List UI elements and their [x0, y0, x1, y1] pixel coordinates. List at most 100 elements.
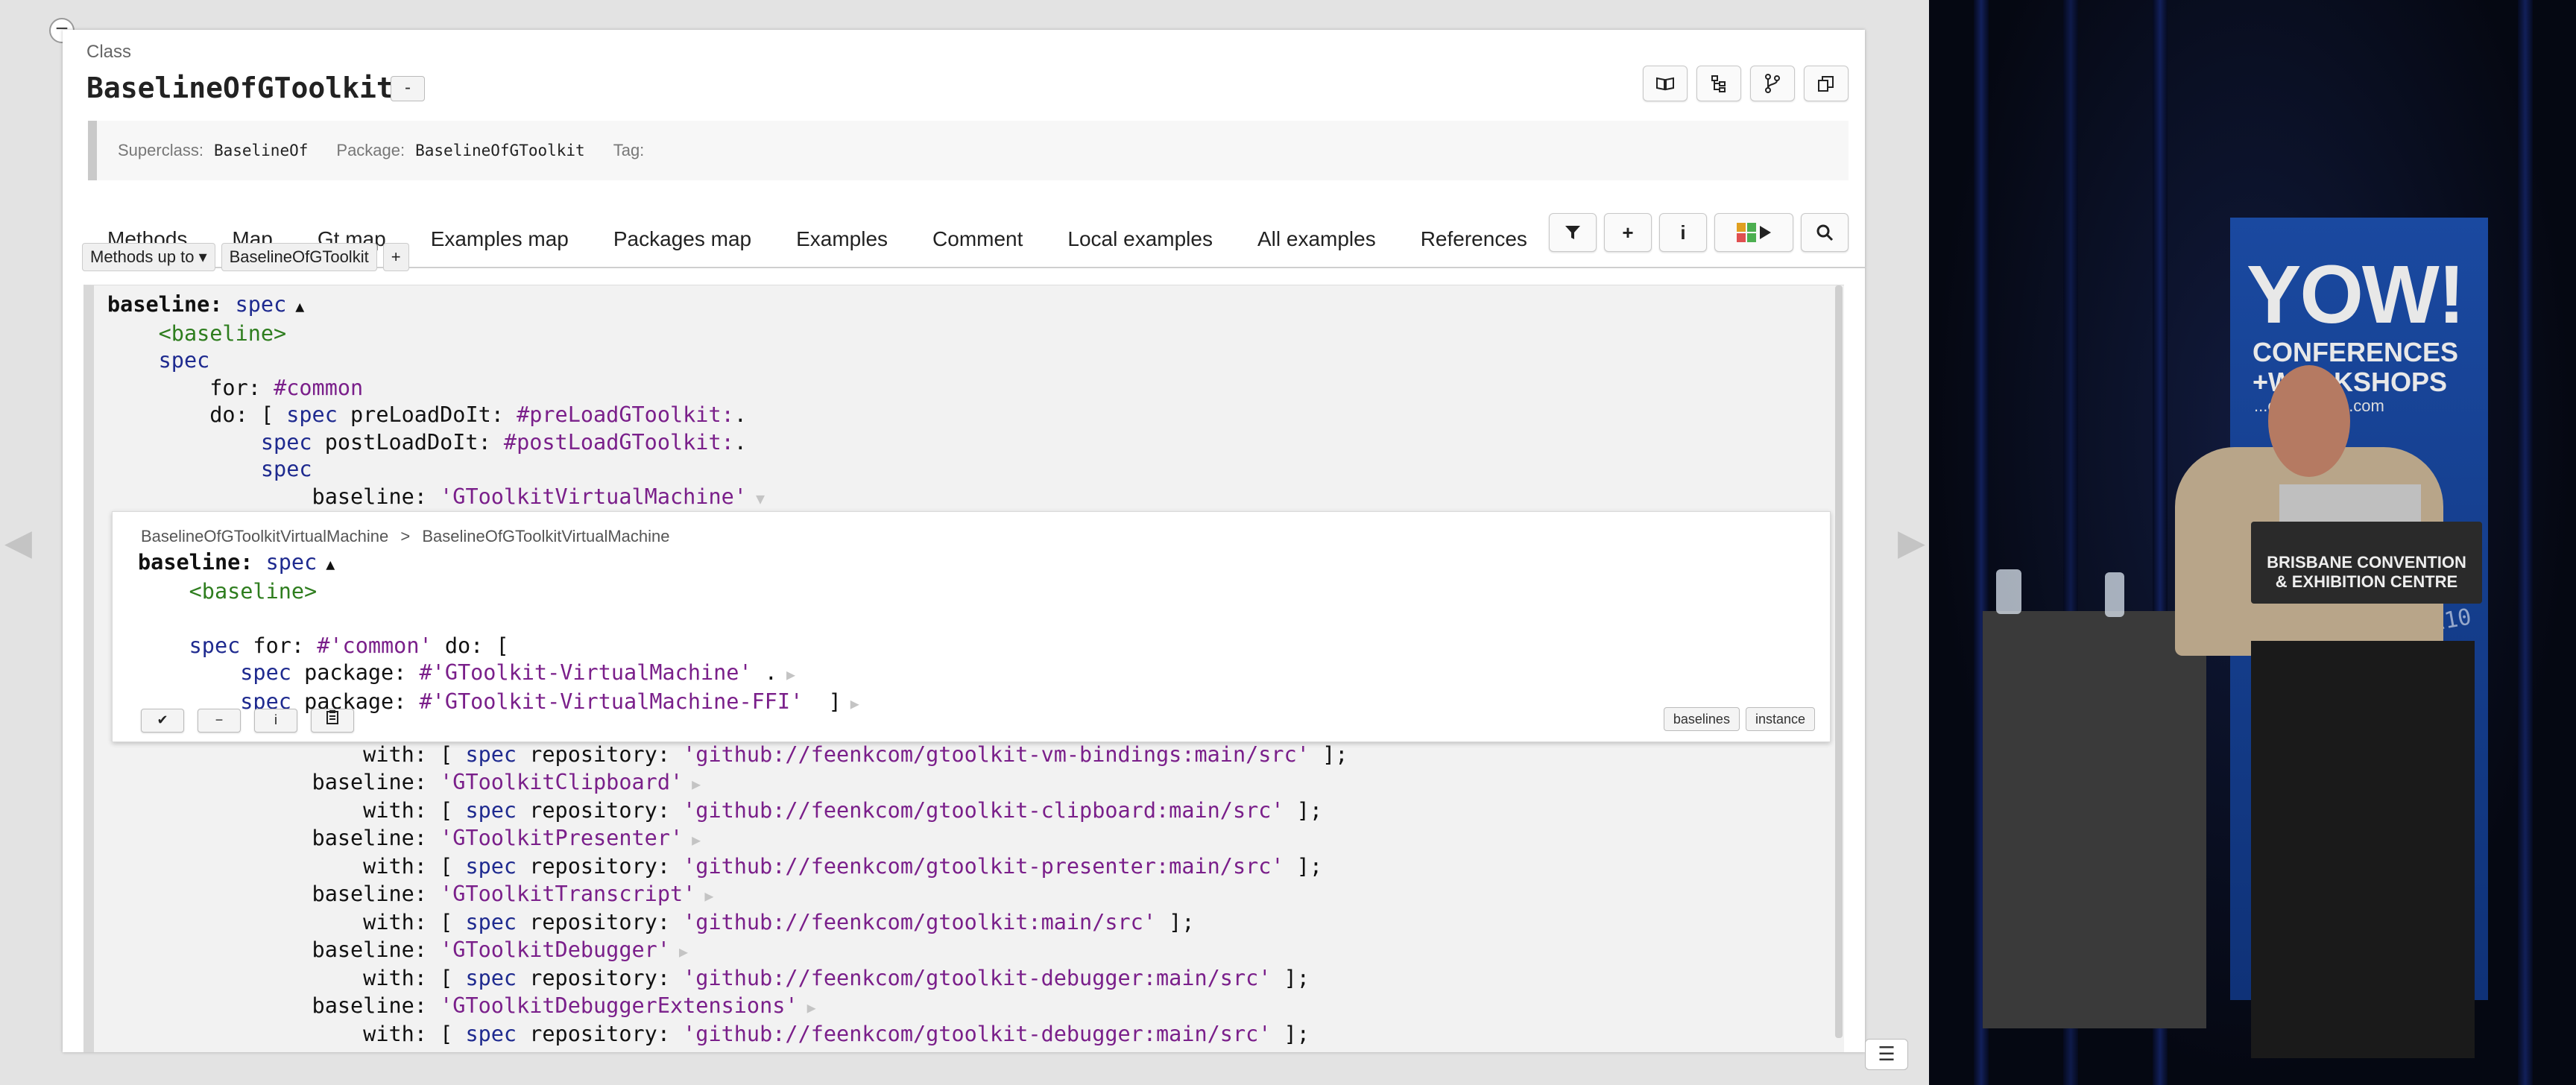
code-line[interactable]: with: [ spec repository: 'github://feenk… [107, 797, 1348, 825]
top-right-toolbar [1643, 66, 1849, 101]
play-icon [1760, 226, 1771, 239]
code-token: spec [240, 660, 291, 685]
superclass-value[interactable]: BaselineOf [214, 142, 308, 159]
code-line[interactable]: spec for: #'common' do: [ [138, 633, 859, 660]
presentation-screen: − ◀ ▶ Class BaselineOfGToolkit - Supercl… [0, 0, 1929, 1085]
vertical-scrollbar[interactable] [1835, 285, 1843, 1038]
tab-all-examples[interactable]: All examples [1235, 212, 1398, 267]
tab-references[interactable]: References [1398, 212, 1550, 267]
add-button[interactable]: + [1604, 213, 1652, 252]
code-token: baseline: [312, 484, 441, 509]
podium-sign-line-1: BRISBANE CONVENTION [2267, 553, 2466, 572]
code-line[interactable]: baseline: 'GToolkitTranscript' ▶ [107, 881, 1348, 910]
git-branch-icon[interactable] [1750, 66, 1795, 101]
tab-comment[interactable]: Comment [910, 212, 1045, 267]
methods-up-to-label: Methods up to [90, 247, 195, 266]
code-token: spec [260, 429, 312, 455]
collapse-caret-icon[interactable]: ▲ [317, 555, 335, 573]
class-label: Class [86, 42, 132, 62]
code-line[interactable]: spec package: #'GToolkit-VirtualMachine'… [138, 659, 859, 689]
code-line[interactable]: baseline: 'GToolkitDebuggerExtensions' ▶ [107, 993, 1348, 1022]
expand-arrow-icon[interactable]: ▶ [842, 695, 859, 712]
breadcrumb-source[interactable]: BaselineOfGToolkitVirtualMachine [141, 527, 388, 545]
class-name-title: BaselineOfGToolkit [86, 72, 394, 104]
method-source-bottom[interactable]: with: [ spec repository: 'github://feenk… [107, 741, 1348, 1048]
code-token: 'github://feenkcom/gtoolkit:main/src' [683, 910, 1157, 934]
embedded-source[interactable]: baseline: spec ▲ <baseline> spec for: #'co… [138, 549, 859, 717]
code-line[interactable]: <baseline> [138, 578, 859, 606]
tab-packages-map[interactable]: Packages map [591, 212, 774, 267]
info-button[interactable]: i [1659, 213, 1707, 252]
tab-examples-map[interactable]: Examples map [408, 212, 591, 267]
remove-button[interactable]: − [198, 709, 241, 733]
package-value[interactable]: BaselineOfGToolkit [415, 142, 585, 159]
copy-windows-icon[interactable] [1804, 66, 1849, 101]
next-slide-arrow-icon[interactable]: ▶ [1898, 522, 1925, 563]
filter-icon[interactable] [1549, 213, 1597, 252]
breadcrumb-target[interactable]: BaselineOfGToolkitVirtualMachine [422, 527, 669, 545]
tab-local-examples[interactable]: Local examples [1045, 212, 1235, 267]
code-token: baseline: [312, 937, 441, 962]
methods-filter-row: Methods up to ▾ BaselineOfGToolkit + [82, 243, 409, 271]
code-line[interactable]: with: [ spec repository: 'github://feenk… [107, 965, 1348, 993]
speaker-head [2268, 365, 2350, 477]
methods-up-to-dropdown[interactable]: Methods up to ▾ [82, 243, 215, 271]
code-token: repository: [517, 910, 684, 934]
code-line[interactable]: spec postLoadDoIt: #postLoadGToolkit:. [107, 429, 765, 457]
code-line[interactable]: do: [ spec preLoadDoIt: #preLoadGToolkit… [107, 402, 765, 429]
code-token: 'github://feenkcom/gtoolkit-presenter:ma… [683, 854, 1284, 879]
class-minus-button[interactable]: - [391, 76, 425, 101]
code-line[interactable]: spec [107, 456, 765, 484]
side-table [1983, 611, 2206, 1028]
code-line[interactable]: with: [ spec repository: 'github://feenk… [107, 853, 1348, 881]
expand-arrow-icon[interactable]: ▶ [798, 999, 816, 1016]
code-token: . [733, 402, 747, 427]
add-filter-button[interactable]: + [382, 243, 409, 271]
code-line[interactable]: with: [ spec repository: 'github://feenk… [107, 741, 1348, 769]
accept-button[interactable]: ✔ [141, 709, 184, 733]
code-line[interactable]: spec [107, 347, 765, 375]
code-token: spec [265, 550, 318, 575]
menu-icon[interactable]: ☰ [1865, 1039, 1908, 1070]
code-token: do: [ [209, 402, 287, 427]
collapse-caret-icon[interactable]: ▲ [286, 297, 304, 315]
previous-slide-arrow-icon[interactable]: ◀ [4, 522, 32, 563]
expand-down-arrow-icon[interactable]: ▼ [747, 490, 765, 507]
baselines-button[interactable]: baselines [1663, 707, 1740, 731]
expand-arrow-icon[interactable]: ▶ [670, 943, 688, 961]
book-icon[interactable] [1643, 66, 1688, 101]
code-line[interactable]: baseline: 'GToolkitPresenter' ▶ [107, 825, 1348, 854]
expand-arrow-icon[interactable]: ▶ [683, 831, 701, 849]
code-token: 'GToolkitPresenter' [440, 825, 684, 850]
code-line[interactable]: with: [ spec repository: 'github://feenk… [107, 909, 1348, 937]
bottle-icon [2105, 572, 2124, 617]
clipboard-icon[interactable] [311, 709, 354, 733]
expand-arrow-icon[interactable]: ▶ [777, 665, 795, 683]
code-line[interactable]: baseline: 'GToolkitClipboard' ▶ [107, 769, 1348, 798]
method-source-top[interactable]: baseline: spec ▲ <baseline> spec for: #comm… [107, 291, 765, 512]
code-token: postLoadDoIt: [312, 429, 504, 455]
run-examples-button[interactable] [1714, 213, 1793, 252]
code-line[interactable] [138, 605, 859, 633]
tab-examples[interactable]: Examples [774, 212, 910, 267]
tab-actions-toolbar: + i [1543, 213, 1849, 252]
code-token: repository: [517, 742, 684, 767]
code-line[interactable]: baseline: 'GToolkitVirtualMachine' ▼ [107, 484, 765, 513]
code-line[interactable]: <baseline> [107, 320, 765, 348]
instance-button[interactable]: instance [1745, 707, 1815, 731]
info-button[interactable]: i [254, 709, 297, 733]
code-line[interactable]: for: #common [107, 375, 765, 402]
code-line[interactable]: baseline: spec ▲ [107, 291, 765, 320]
hierarchy-icon[interactable] [1696, 66, 1741, 101]
code-token: 'github://feenkcom/gtoolkit-clipboard:ma… [683, 798, 1284, 823]
code-token: repository: [517, 1022, 684, 1046]
search-icon[interactable] [1801, 213, 1849, 252]
class-filter-chip[interactable]: BaselineOfGToolkit [221, 243, 377, 271]
code-token: do: [ [432, 633, 509, 658]
code-token: with: [ [363, 798, 466, 823]
code-line[interactable]: with: [ spec repository: 'github://feenk… [107, 1021, 1348, 1048]
expand-arrow-icon[interactable]: ▶ [695, 887, 713, 905]
expand-arrow-icon[interactable]: ▶ [683, 775, 701, 793]
code-line[interactable]: baseline: 'GToolkitDebugger' ▶ [107, 937, 1348, 966]
code-line[interactable]: baseline: spec ▲ [138, 549, 859, 578]
